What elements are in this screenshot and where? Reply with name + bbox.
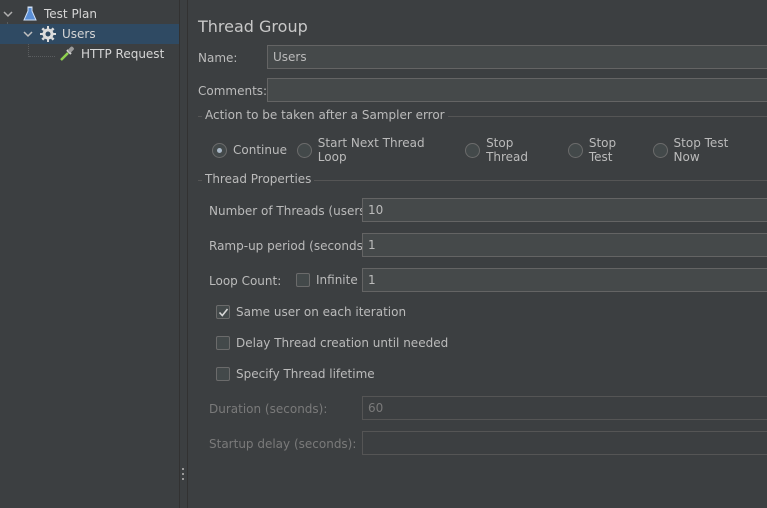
sampler-error-options: Continue Start Next Thread Loop Stop Thr… bbox=[212, 136, 767, 164]
radio-button[interactable] bbox=[568, 142, 583, 158]
chevron-down-icon[interactable] bbox=[2, 8, 14, 20]
radio-button[interactable] bbox=[652, 142, 668, 158]
sampler-error-title: Action to be taken after a Sampler error bbox=[202, 108, 448, 122]
loop-count-field[interactable]: 1 bbox=[362, 268, 767, 292]
radio-label: Continue bbox=[233, 143, 287, 157]
duration-label: Duration (seconds): bbox=[209, 402, 328, 416]
radio-dot bbox=[217, 147, 222, 153]
thread-lifetime-label: Specify Thread lifetime bbox=[236, 367, 375, 381]
comments-field[interactable] bbox=[267, 78, 767, 102]
same-user-checkbox-row[interactable]: Same user on each iteration bbox=[216, 305, 406, 319]
test-plan-tree: Test Plan Users HTTP Request bbox=[0, 0, 179, 508]
radio-button[interactable] bbox=[296, 142, 312, 158]
panel-splitter[interactable] bbox=[179, 0, 188, 508]
tree-item-test-plan[interactable]: Test Plan bbox=[0, 4, 179, 24]
delay-thread-label: Delay Thread creation until needed bbox=[236, 336, 449, 350]
startup-delay-label: Startup delay (seconds): bbox=[209, 437, 357, 451]
loop-count-label: Loop Count: bbox=[209, 274, 282, 288]
thread-lifetime-checkbox-row[interactable]: Specify Thread lifetime bbox=[216, 367, 375, 381]
radio-continue[interactable]: Continue bbox=[212, 142, 287, 158]
radio-stop-test-now[interactable]: Stop Test Now bbox=[652, 136, 757, 164]
gear-icon bbox=[39, 25, 57, 43]
splitter-grip-icon[interactable] bbox=[182, 468, 185, 482]
threads-field[interactable]: 10 bbox=[362, 198, 767, 222]
page-title: Thread Group bbox=[198, 17, 308, 36]
radio-stop-test[interactable]: Stop Test bbox=[568, 136, 643, 164]
delay-thread-checkbox-row[interactable]: Delay Thread creation until needed bbox=[216, 336, 448, 350]
thread-properties-title: Thread Properties bbox=[202, 172, 315, 186]
tree-item-label: Users bbox=[62, 27, 96, 41]
same-user-label: Same user on each iteration bbox=[236, 305, 407, 319]
comments-label: Comments: bbox=[198, 84, 268, 98]
rampup-field[interactable]: 1 bbox=[362, 233, 767, 257]
test-plan-icon bbox=[21, 5, 39, 23]
radio-label: Start Next Thread Loop bbox=[317, 136, 425, 164]
radio-button[interactable] bbox=[465, 142, 481, 158]
rampup-label: Ramp-up period (seconds): bbox=[209, 239, 372, 253]
name-field[interactable]: Users bbox=[267, 45, 767, 69]
tree-item-label: HTTP Request bbox=[81, 47, 165, 61]
name-label: Name: bbox=[198, 51, 238, 65]
radio-stop-thread[interactable]: Stop Thread bbox=[465, 136, 558, 164]
delay-thread-checkbox[interactable] bbox=[216, 336, 230, 350]
thread-group-panel: Thread Group Name: Users Comments: Actio… bbox=[189, 0, 767, 508]
radio-label: Stop Thread bbox=[486, 136, 529, 164]
infinite-checkbox-row[interactable]: Infinite bbox=[296, 273, 358, 287]
chevron-down-icon[interactable] bbox=[22, 28, 34, 40]
radio-label: Stop Test bbox=[588, 136, 617, 164]
thread-lifetime-checkbox[interactable] bbox=[216, 367, 230, 381]
radio-label: Stop Test Now bbox=[673, 136, 729, 164]
same-user-checkbox[interactable] bbox=[216, 305, 230, 319]
infinite-label: Infinite bbox=[316, 273, 358, 287]
pipette-icon bbox=[58, 45, 76, 63]
startup-delay-field[interactable] bbox=[362, 431, 767, 455]
infinite-checkbox[interactable] bbox=[296, 273, 310, 287]
tree-item-users[interactable]: Users bbox=[0, 24, 179, 44]
radio-start-next-thread-loop[interactable]: Start Next Thread Loop bbox=[296, 136, 455, 164]
tree-item-label: Test Plan bbox=[44, 7, 97, 21]
threads-label: Number of Threads (users): bbox=[209, 204, 375, 218]
tree-item-http-request[interactable]: HTTP Request bbox=[0, 44, 179, 64]
duration-field[interactable]: 60 bbox=[362, 396, 767, 420]
radio-button[interactable] bbox=[212, 142, 227, 158]
check-icon bbox=[218, 308, 228, 317]
